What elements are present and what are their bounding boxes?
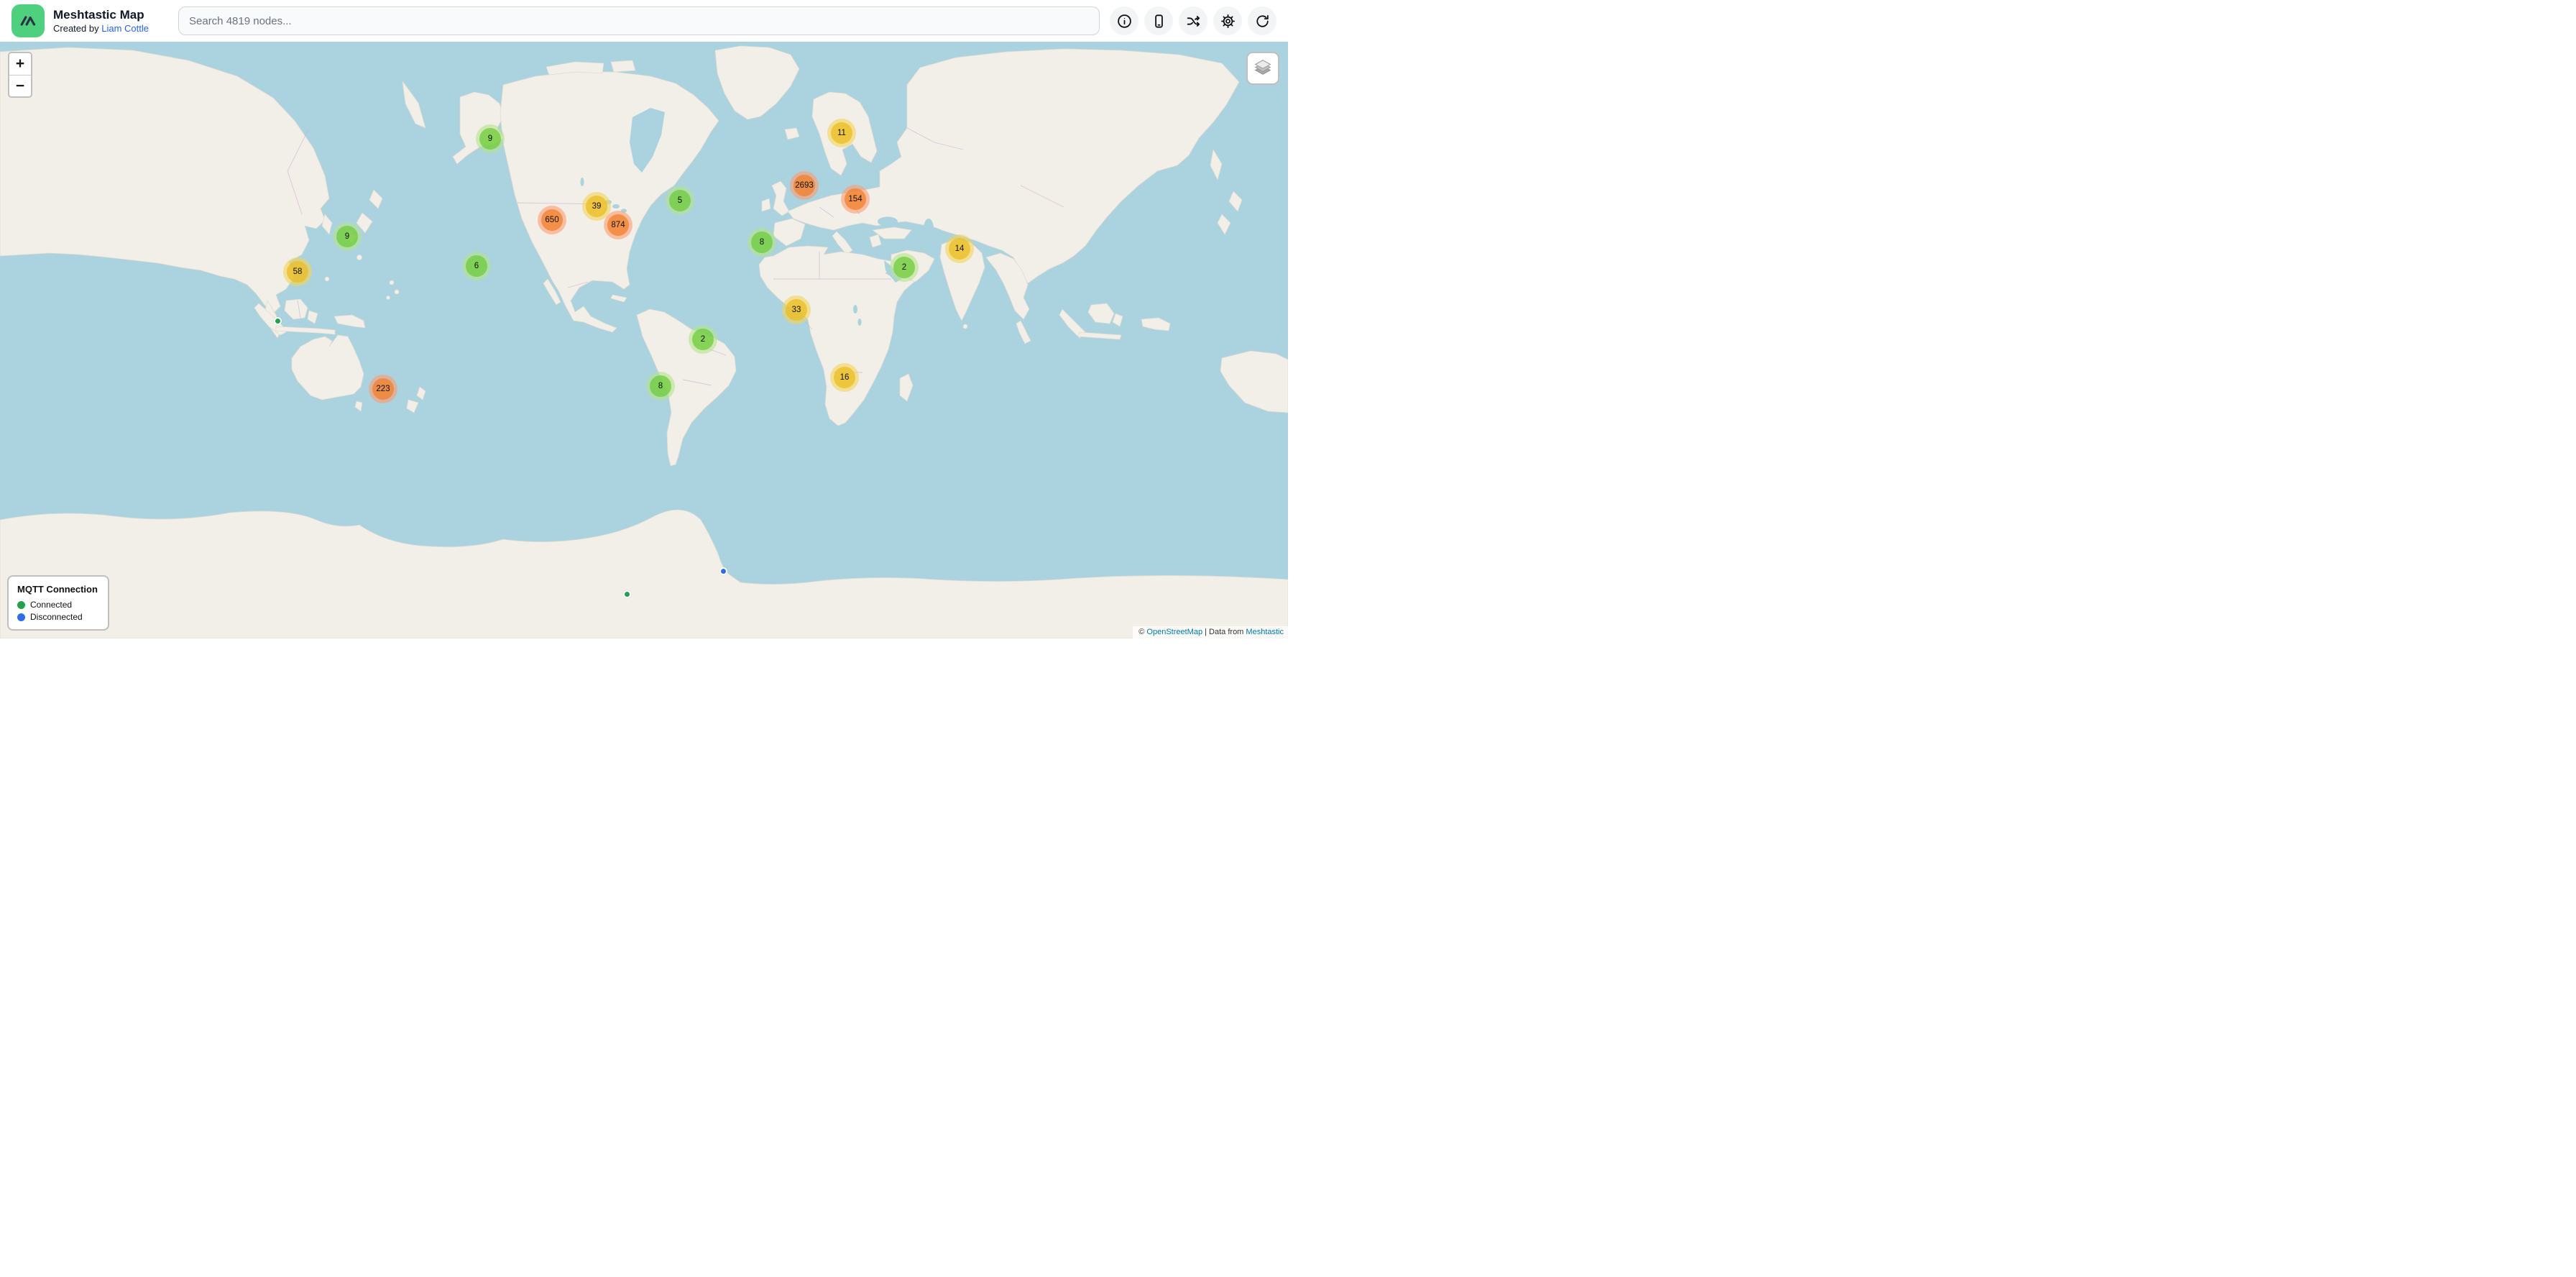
cluster-count: 11 (837, 129, 846, 137)
legend-items: Connected Disconnected (17, 600, 98, 622)
page-title: Meshtastic Map (53, 7, 161, 22)
layers-control[interactable] (1246, 52, 1279, 85)
header-buttons (1110, 6, 1276, 35)
cluster-count: 874 (611, 221, 625, 229)
copyright-symbol: © (1138, 628, 1144, 636)
meshtastic-logo-icon (12, 4, 45, 37)
osm-attribution-link[interactable]: OpenStreetMap (1146, 628, 1202, 636)
cluster-count: 2 (902, 263, 906, 272)
cluster-count: 650 (545, 216, 558, 224)
meshtastic-attribution-link[interactable]: Meshtastic (1246, 628, 1284, 636)
legend-item-disconnected: Disconnected (17, 612, 98, 622)
cluster-marker[interactable]: 9 (333, 222, 362, 251)
node-marker-connected[interactable] (623, 590, 631, 598)
cluster-count: 14 (955, 244, 965, 253)
settings-button[interactable] (1213, 6, 1242, 35)
mobile-app-button[interactable] (1144, 6, 1173, 35)
zoom-control: + − (8, 52, 32, 98)
cluster-marker[interactable]: 874 (604, 211, 632, 239)
smartphone-icon (1151, 14, 1167, 29)
cluster-count: 8 (658, 382, 663, 390)
shuffle-icon (1186, 14, 1201, 29)
cluster-count: 33 (792, 306, 801, 314)
info-button[interactable] (1110, 6, 1138, 35)
search-wrap (178, 6, 1100, 35)
cluster-count: 223 (376, 385, 390, 393)
cluster-marker[interactable]: 154 (841, 185, 870, 214)
cluster-marker[interactable]: 14 (945, 234, 974, 263)
map-canvas[interactable]: + − 9 39 650 874 5 11 2693 154 8 14 2 33 16 2 8 223 58 9 6… (0, 42, 1288, 638)
refresh-button[interactable] (1248, 6, 1276, 35)
header: Meshtastic Map Created by Liam Cottle (0, 0, 1288, 42)
cluster-marker[interactable]: 6 (462, 252, 491, 280)
cluster-count: 5 (678, 196, 682, 205)
zoom-out-button[interactable]: − (9, 75, 31, 96)
cluster-marker[interactable]: 223 (369, 375, 397, 403)
legend-item-connected: Connected (17, 600, 98, 610)
legend-label: Disconnected (30, 612, 83, 622)
info-icon (1117, 14, 1132, 29)
cluster-count: 58 (293, 267, 303, 276)
cluster-marker[interactable]: 8 (646, 372, 675, 401)
settings-icon (1220, 14, 1236, 29)
legend-dot-disconnected (17, 613, 25, 621)
cluster-marker[interactable]: 650 (538, 206, 566, 234)
title-block: Meshtastic Map Created by Liam Cottle (53, 7, 161, 35)
cluster-marker[interactable]: 2 (689, 325, 717, 354)
world-basemap (0, 42, 1288, 638)
cluster-marker[interactable]: 33 (782, 296, 811, 324)
byline-prefix: Created by (53, 23, 99, 34)
cluster-count: 6 (474, 262, 479, 270)
cluster-marker[interactable]: 11 (827, 119, 856, 147)
cluster-count: 2693 (795, 181, 814, 190)
cluster-count: 2 (701, 335, 705, 344)
cluster-count: 9 (488, 134, 492, 143)
cluster-count: 16 (840, 373, 850, 382)
legend-title: MQTT Connection (17, 584, 98, 595)
zoom-in-button[interactable]: + (9, 53, 31, 75)
layers-icon (1252, 56, 1274, 81)
random-node-button[interactable] (1179, 6, 1208, 35)
cluster-count: 9 (345, 232, 349, 241)
cluster-marker[interactable]: 2 (890, 253, 919, 282)
cluster-count: 39 (592, 202, 602, 211)
cluster-marker[interactable]: 5 (666, 186, 694, 215)
mqtt-legend: MQTT Connection Connected Disconnected (7, 575, 109, 631)
legend-label: Connected (30, 600, 72, 610)
node-marker-disconnected[interactable] (719, 567, 727, 575)
cluster-count: 8 (760, 238, 764, 247)
node-marker-connected[interactable] (274, 317, 282, 325)
legend-dot-connected (17, 601, 25, 609)
author-link[interactable]: Liam Cottle (101, 23, 149, 34)
cluster-marker[interactable]: 8 (748, 228, 776, 257)
cluster-count: 154 (848, 195, 862, 203)
cluster-marker[interactable]: 16 (830, 363, 859, 392)
byline: Created by Liam Cottle (53, 23, 161, 35)
attribution-middle: | Data from (1205, 628, 1243, 636)
cluster-marker[interactable]: 9 (476, 124, 505, 153)
refresh-icon (1255, 14, 1270, 29)
cluster-marker[interactable]: 2693 (790, 171, 819, 200)
cluster-marker[interactable]: 58 (283, 257, 312, 286)
search-input[interactable] (178, 6, 1100, 35)
map-attribution: © OpenStreetMap | Data from Meshtastic (1133, 626, 1288, 638)
